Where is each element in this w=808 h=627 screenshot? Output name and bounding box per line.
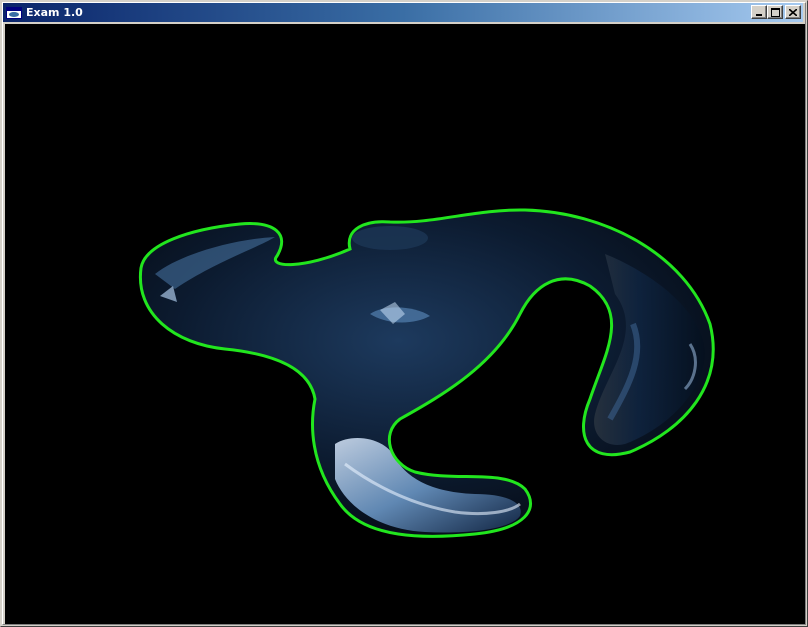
- object-top-lobe: [352, 226, 428, 250]
- minimize-button[interactable]: [751, 5, 767, 19]
- close-icon: [789, 8, 797, 16]
- window-title: Exam 1.0: [26, 6, 83, 19]
- close-button[interactable]: [785, 5, 801, 19]
- title-bar[interactable]: Exam 1.0: [3, 3, 803, 22]
- rendered-3d-scene: [138, 208, 715, 538]
- app-window: Exam 1.0: [0, 0, 808, 627]
- maximize-button[interactable]: [767, 5, 783, 19]
- minimize-icon: [756, 14, 762, 16]
- render-viewport[interactable]: [5, 24, 805, 624]
- title-bar-buttons: [751, 5, 801, 19]
- app-window-icon[interactable]: [6, 6, 22, 20]
- maximize-icon: [770, 7, 780, 17]
